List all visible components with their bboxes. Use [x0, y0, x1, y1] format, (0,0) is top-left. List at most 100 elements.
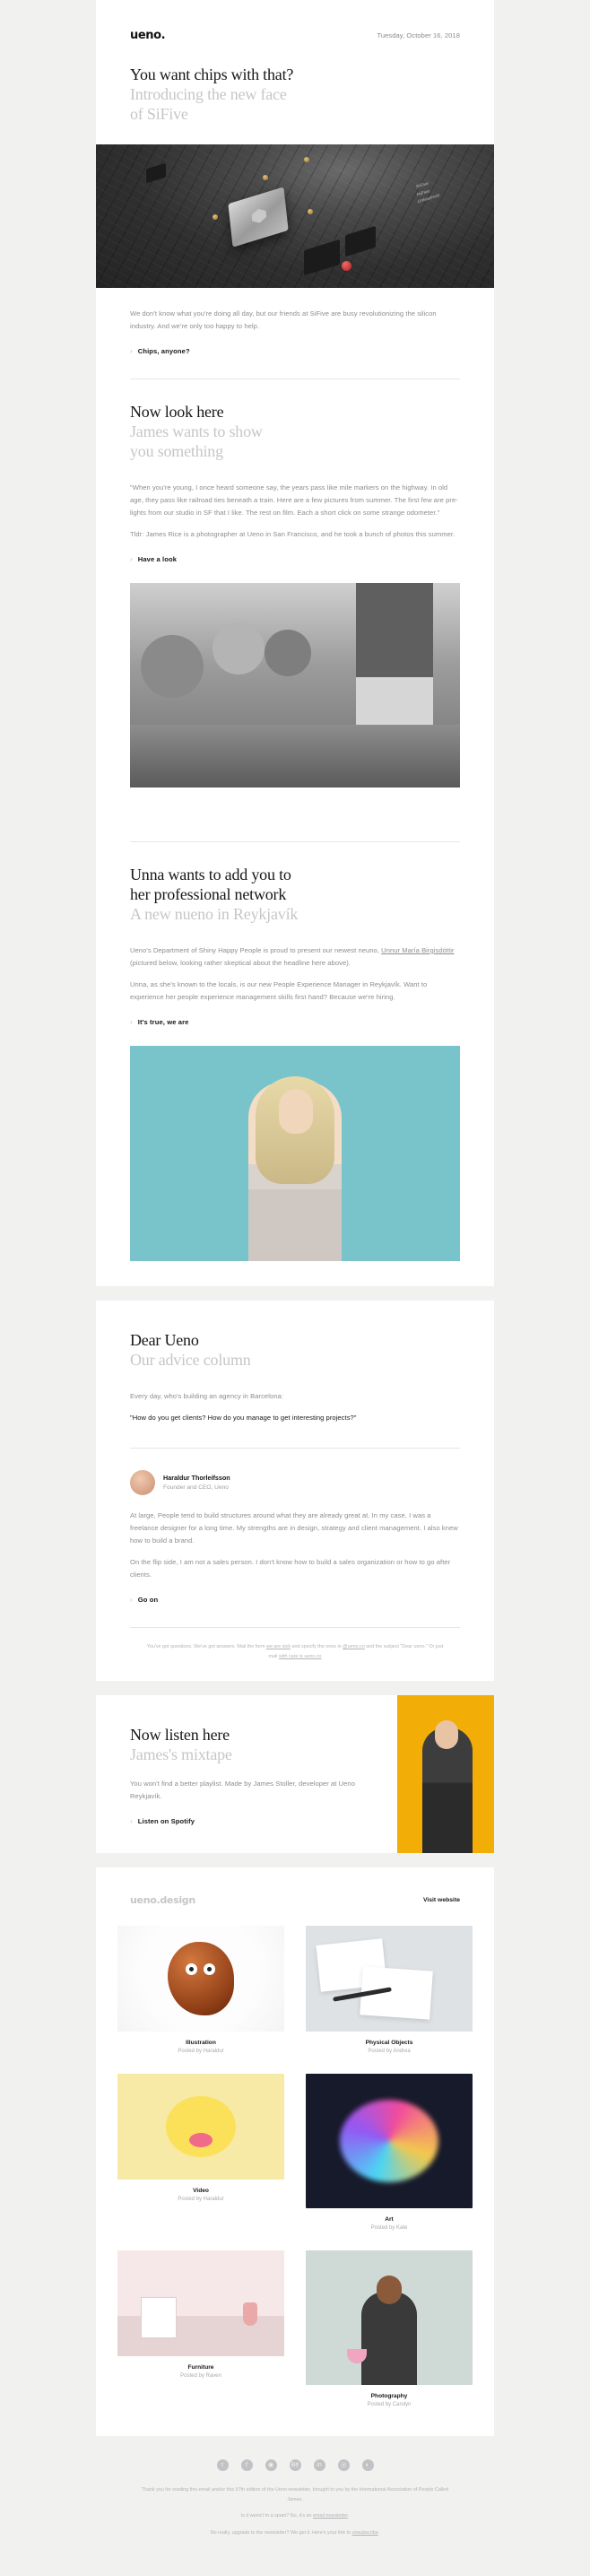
card-main: ueno. Tuesday, October 16, 2018 You want…	[96, 0, 494, 1287]
unna-profile-link[interactable]: Unnur María Birgisdóttir	[381, 946, 454, 954]
email-newsletter-link[interactable]: email newsletter	[313, 2513, 348, 2519]
look-cta-label: Have a look	[137, 555, 178, 563]
chevron-right-icon: ›	[130, 1816, 133, 1825]
item-author: Posted by Haraldur	[178, 2196, 224, 2202]
portfolio-item[interactable]: Furniture Posted by Raven	[107, 2250, 295, 2427]
unsubscribe-link[interactable]: unsubscribe	[352, 2530, 378, 2536]
advice-headline: Dear Ueno	[130, 1331, 199, 1350]
chips-body: We don't know what you're doing all day,…	[130, 309, 437, 330]
footer-line-2-pre: Is it weird I'm a spam? No, it's an	[240, 2513, 314, 2519]
instagram-icon[interactable]: ◎	[337, 2459, 350, 2471]
portfolio-item[interactable]: Video Posted by Haraldur	[107, 2073, 295, 2250]
visit-website-link[interactable]: Visit website	[423, 1897, 460, 1903]
portrait-face	[279, 1089, 313, 1135]
unna-headline-1: Unna wants to add you to	[130, 866, 291, 883]
unna-body-1: Ueno's Department of Shiny Happy People …	[130, 944, 460, 970]
masthead: ueno. Tuesday, October 16, 2018	[96, 0, 494, 42]
author-name: Haraldur Thorleifsson	[163, 1473, 230, 1482]
item-author: Posted by Haraldur	[178, 2048, 224, 2054]
chips-cta[interactable]: › Chips, anyone?	[130, 342, 460, 355]
advice-cta[interactable]: › Go on	[130, 1590, 460, 1604]
card-portfolio: ueno.design Visit website Illustration P…	[96, 1867, 494, 2436]
item-title: Video	[193, 2187, 209, 2194]
item-author: Posted by Kate	[370, 2224, 408, 2231]
mixtape-image-wrap	[397, 1694, 494, 1853]
advice-intro: Every day, who's building an agency in B…	[130, 1391, 283, 1400]
unna-body-1-pre: Ueno's Department of Shiny Happy People …	[130, 945, 382, 954]
logo-main: ueno.	[130, 1893, 161, 1906]
legal-text-1: You've got questions. We've got answers.…	[146, 1644, 267, 1650]
look-subline-2: you something	[130, 441, 223, 460]
look-body-block: "When you're young, I once heard someone…	[96, 482, 494, 563]
advice-question: "How do you get clients? How do you mana…	[130, 1414, 357, 1422]
ueno-logo[interactable]: ueno.	[130, 29, 166, 42]
mount-hole	[308, 208, 313, 214]
eye	[186, 1962, 197, 1975]
chevron-right-icon: ›	[130, 1018, 133, 1027]
twitter-icon[interactable]: t	[216, 2459, 229, 2471]
author-role: Founder and CEO, Ueno	[163, 1484, 229, 1491]
photo-shape	[130, 725, 460, 788]
advice-answer-2: On the flip side, I am not a sales perso…	[130, 1558, 451, 1580]
advice-answer-1: At large, People tend to build structure…	[130, 1511, 458, 1545]
sifive-board-image: SiFive HiFive Unleashed	[96, 144, 494, 288]
footer-line-2-post: .	[347, 2513, 350, 2519]
legal-link-1[interactable]: we are sick	[266, 1644, 291, 1649]
vase	[243, 2302, 257, 2326]
physical-objects-thumbnail-icon	[306, 1925, 473, 2032]
item-title: Physical Objects	[365, 2039, 413, 2046]
unna-body-block: Ueno's Department of Shiny Happy People …	[96, 944, 494, 1026]
legal-link-3[interactable]: with care is ueno.co	[279, 1654, 322, 1659]
advice-answer-block: At large, People tend to build structure…	[96, 1495, 494, 1604]
unna-cta[interactable]: › It's true, we are	[130, 1013, 460, 1026]
cabinet	[141, 2296, 177, 2338]
dribbble-icon[interactable]: ◉	[265, 2459, 277, 2471]
item-title: Illustration	[186, 2039, 216, 2046]
portfolio-item[interactable]: Art Posted by Kate	[295, 2073, 483, 2250]
footer: t f ◉ Bē in ◎ ◐ Thank you for reading th…	[0, 2435, 590, 2576]
avatar	[130, 1470, 155, 1496]
illustration-thumbnail-icon	[117, 1925, 284, 2032]
mixtape-headline: Now listen here	[130, 1725, 230, 1744]
behance-icon[interactable]: Bē	[289, 2459, 301, 2471]
mixtape-portrait-image	[397, 1694, 494, 1853]
footer-line-3-post: .	[377, 2530, 380, 2537]
mixtape-cta-label: Listen on Spotify	[137, 1816, 195, 1825]
advice-title-block: Dear Ueno Our advice column	[96, 1301, 494, 1390]
unna-body-2: Unna, as she's known to the locals, is o…	[130, 979, 428, 1001]
card-advice: Dear Ueno Our advice column Every day, w…	[96, 1301, 494, 1681]
chips-subline-2: of SiFive	[130, 104, 188, 123]
portfolio-item[interactable]: Illustration Posted by Haraldur	[107, 1925, 295, 2074]
linkedin-icon[interactable]: in	[313, 2459, 325, 2471]
chip-package	[228, 187, 289, 248]
chevron-right-icon: ›	[130, 1596, 133, 1605]
footer-line-3: No really, upgrade to the newsletter? We…	[134, 2528, 456, 2538]
social-links: t f ◉ Bē in ◎ ◐	[0, 2459, 590, 2471]
mixtape-cta[interactable]: › Listen on Spotify	[130, 1812, 374, 1825]
look-headline: Now look here	[130, 402, 224, 421]
ic-block	[146, 162, 166, 184]
github-icon[interactable]: ◐	[361, 2459, 374, 2471]
look-cta[interactable]: › Have a look	[130, 550, 460, 563]
lips	[189, 2132, 213, 2147]
mixtape-body: You won't find a better playlist. Made b…	[130, 1779, 355, 1800]
unna-cta-label: It's true, we are	[137, 1018, 189, 1027]
portfolio-item[interactable]: Physical Objects Posted by Andrea	[295, 1925, 483, 2074]
chips-subline-1: Introducing the new face	[130, 84, 287, 103]
footer-line-2: Is it weird I'm a spam? No, it's an emai…	[134, 2511, 456, 2521]
facebook-icon[interactable]: f	[240, 2459, 253, 2471]
portfolio-item[interactable]: Photography Posted by Carolyn	[295, 2250, 483, 2427]
logo-accent: design	[160, 1893, 195, 1906]
chevron-right-icon: ›	[130, 346, 133, 355]
james-photo-image	[130, 583, 460, 788]
bean-character	[168, 1941, 234, 2015]
ueno-design-logo[interactable]: ueno.design	[130, 1894, 195, 1906]
look-body-2: Tldr: James Rice is a photographer at Ue…	[130, 529, 456, 538]
legal-link-2[interactable]: @ueno.co	[343, 1644, 365, 1649]
chevron-right-icon: ›	[130, 555, 133, 563]
unna-title-block: Unna wants to add you to her professiona…	[96, 842, 494, 944]
mount-hole	[213, 213, 218, 220]
